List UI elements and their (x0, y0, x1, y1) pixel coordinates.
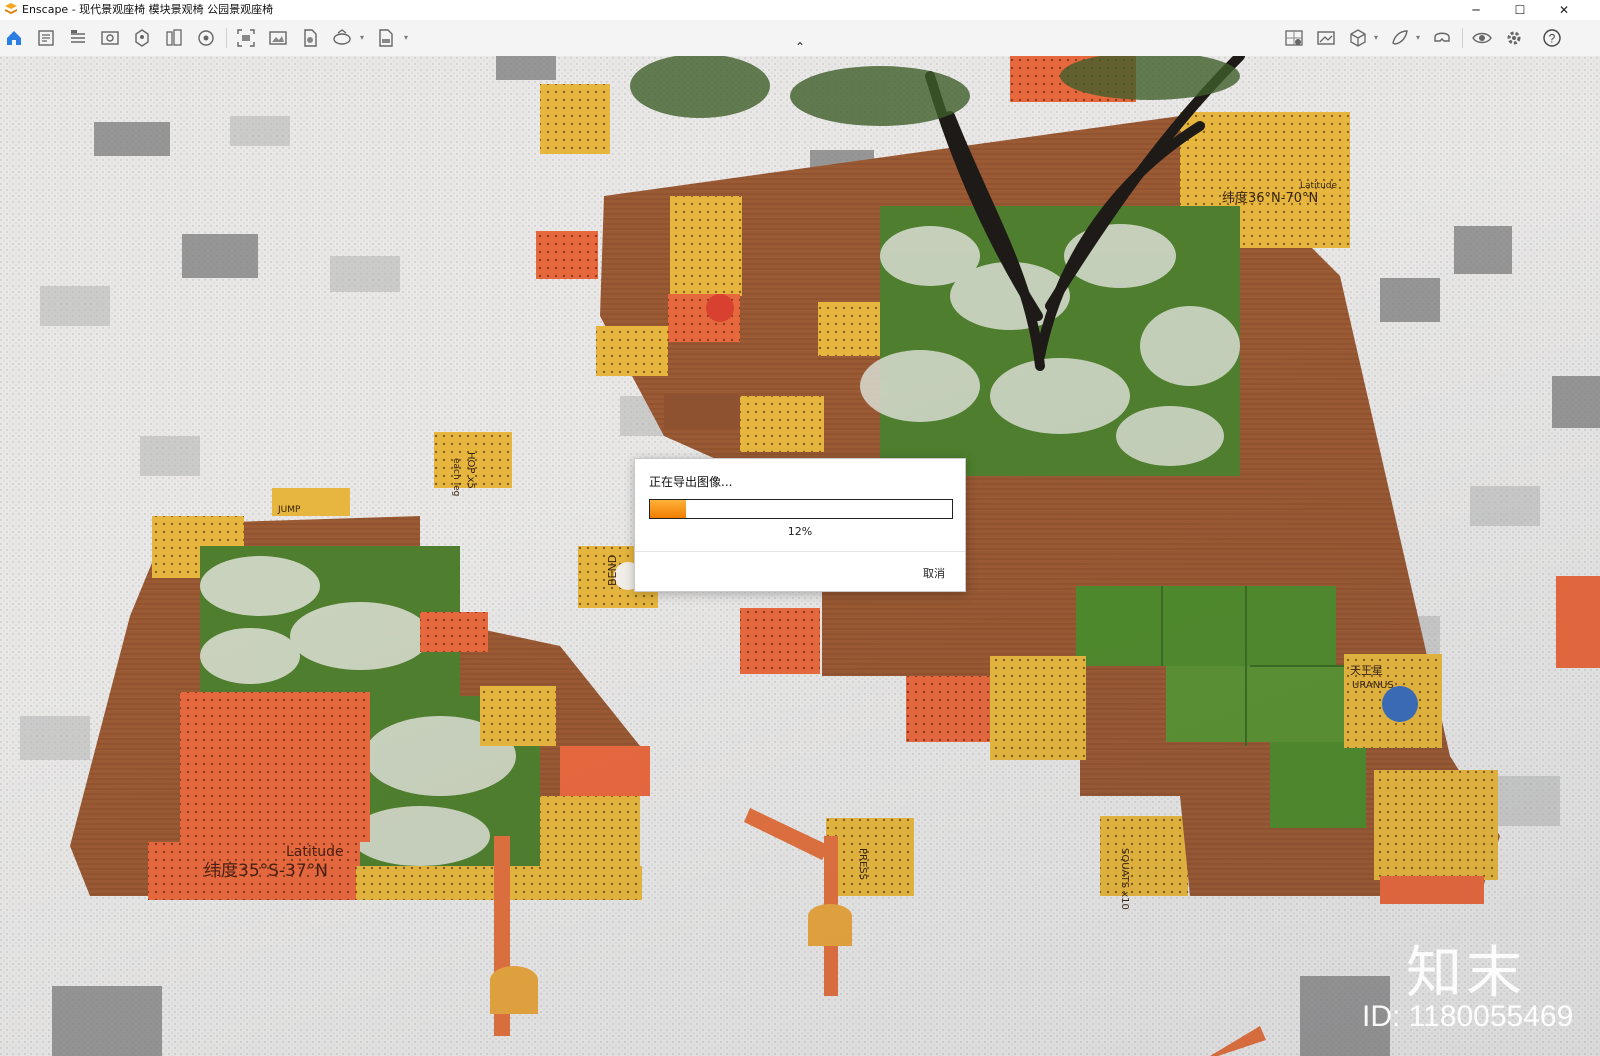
press-label: PRESS (857, 848, 868, 880)
project-notes-button[interactable] (34, 26, 58, 50)
bend-label: BEND (606, 555, 619, 586)
bim-icon (71, 30, 85, 43)
project-notes-icon (38, 30, 54, 46)
settings-icon (1507, 31, 1521, 45)
cube-view-button[interactable] (1346, 26, 1370, 50)
toolbar-separator (226, 28, 227, 48)
cube-view-dropdown-caret[interactable]: ▾ (1374, 33, 1378, 42)
atmosphere-button[interactable] (194, 26, 218, 50)
watermark-logo: 知末 (1406, 941, 1526, 1006)
view-management-button[interactable] (98, 26, 122, 50)
screenshot-button[interactable] (234, 26, 258, 50)
export-button[interactable] (374, 26, 398, 50)
minimize-button[interactable]: ─ (1456, 0, 1496, 20)
export-progress-dialog: 正在导出图像... 12% 取消 (634, 458, 966, 592)
site-context-icon (1285, 30, 1303, 46)
settings-button[interactable] (1502, 26, 1526, 50)
view-management-icon (101, 31, 119, 45)
latitude-right-label: 纬度36°N-70°N (1222, 190, 1318, 206)
asset-library-icon (135, 29, 149, 47)
vr-headset-button[interactable] (1430, 26, 1454, 50)
uranus-cn-label: 天王星 (1350, 664, 1383, 677)
latitude-left-label: 纬度35°S-37°N (204, 861, 328, 881)
jump-label: JUMP (277, 505, 301, 515)
export-progress-percent: 12% (787, 525, 813, 538)
batch-render-button[interactable] (266, 26, 290, 50)
image-settings-button[interactable] (1314, 26, 1338, 50)
each-leg-label: each leg (451, 458, 461, 496)
watermark-id: ID: 1180055469 (1362, 1000, 1574, 1033)
cancel-button[interactable]: 取消 (917, 563, 951, 583)
hop-label: HOP x5 (465, 452, 476, 489)
vr-headset-icon (1434, 32, 1450, 42)
live-updates-icon (1472, 32, 1492, 44)
live-updates-button[interactable] (1470, 26, 1494, 50)
atmosphere-icon (198, 30, 214, 46)
cube-view-icon (1350, 29, 1366, 47)
panorama-dropdown-caret[interactable]: ▾ (360, 33, 364, 42)
screenshot-icon (237, 29, 255, 47)
asset-library-button[interactable] (130, 26, 154, 50)
help-button[interactable]: ? (1540, 26, 1564, 50)
dialog-divider (635, 551, 965, 552)
export-dropdown-caret[interactable]: ▾ (404, 33, 408, 42)
feedback-dropdown-caret[interactable]: ▾ (1416, 33, 1420, 42)
squats-label: SQUATS x10 (1119, 848, 1130, 910)
window-title: Enscape - 现代景观座椅 模块景观椅 公园景观座椅 (22, 3, 274, 16)
panorama-icon (333, 29, 351, 45)
material-editor-icon (166, 29, 182, 46)
home-button[interactable] (2, 26, 26, 50)
video-button[interactable] (298, 26, 322, 50)
latitude-right-en-label: Latitude (1300, 181, 1338, 191)
toolbar-separator (1462, 28, 1463, 48)
feedback-button[interactable] (1388, 26, 1412, 50)
collapse-toolbar-button[interactable]: ⌃ (791, 40, 809, 54)
close-button[interactable]: ✕ (1544, 0, 1584, 20)
uranus-en-label: URANUS (1352, 680, 1394, 691)
enscape-logo-icon (5, 3, 17, 14)
export-progress-bar (649, 499, 953, 519)
panorama-button[interactable] (330, 26, 354, 50)
export-status-message: 正在导出图像... (649, 475, 733, 489)
export-icon (379, 29, 393, 47)
latitude-left-en-label: Latitude (286, 844, 344, 860)
window-title-bar: Enscape - 现代景观座椅 模块景观椅 公园景观座椅 ─ ☐ ✕ (0, 0, 1600, 20)
svg-text:?: ? (1549, 32, 1556, 46)
image-settings-icon (1317, 31, 1335, 45)
home-icon (7, 31, 21, 45)
feedback-icon (1392, 30, 1408, 45)
material-editor-button[interactable] (162, 26, 186, 50)
site-context-button[interactable] (1282, 26, 1306, 50)
help-icon: ? (1543, 29, 1561, 47)
export-progress-fill (650, 500, 687, 518)
batch-render-icon (269, 31, 287, 45)
maximize-button[interactable]: ☐ (1500, 0, 1540, 20)
bim-button[interactable] (66, 26, 90, 50)
video-icon (304, 29, 317, 47)
